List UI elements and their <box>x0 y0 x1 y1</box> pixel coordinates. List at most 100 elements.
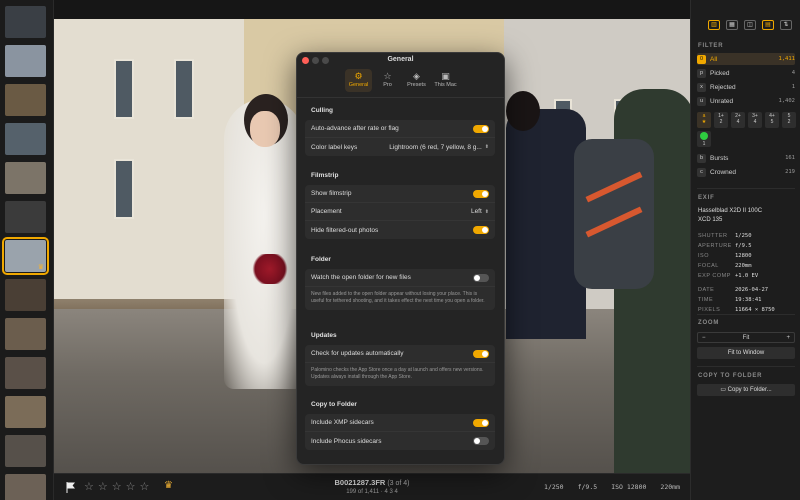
zoom-in-icon[interactable]: + <box>786 335 790 341</box>
dialog-title: General <box>387 56 414 63</box>
watch-folder-toggle[interactable] <box>473 273 489 282</box>
photo-groom-head <box>506 91 540 131</box>
sort-icon[interactable]: ⇅ <box>780 20 792 30</box>
auto-advance-toggle[interactable] <box>473 124 489 133</box>
rating-filter-button[interactable]: 3+ 4 <box>748 112 762 128</box>
exif-row: ISO 12800 <box>698 251 796 261</box>
check-updates-toggle[interactable] <box>473 349 489 358</box>
filmstrip[interactable]: ♛ <box>0 0 54 500</box>
rating-filter-count: 2 <box>787 119 791 125</box>
filmstrip-thumbnail[interactable]: ♛ <box>2 237 49 275</box>
phocus-sidecars-label: Include Phocus sidecars <box>311 437 382 445</box>
zoom-out-icon[interactable]: − <box>702 335 706 341</box>
filmstrip-toggle-icon[interactable]: ▥ <box>708 20 720 30</box>
show-filmstrip-label: Show filmstrip <box>311 190 352 197</box>
exif-row: SHUTTER 1/250 <box>698 231 796 241</box>
filmstrip-thumbnail[interactable] <box>5 435 46 467</box>
filter-key: u <box>697 96 706 106</box>
thumbnail-image <box>5 6 46 38</box>
filmstrip-thumbnail[interactable] <box>5 396 46 428</box>
filmstrip-thumbnail[interactable] <box>5 162 46 194</box>
rating-filter-button[interactable]: 1+ 2 <box>714 112 728 128</box>
filter-key: p <box>697 68 706 78</box>
file-name: B0021287.3FR <box>334 478 386 487</box>
exif-key: APERTURE <box>698 243 732 249</box>
filter-rejected[interactable]: x Rejected 1 <box>697 81 795 93</box>
exif-value: f/9.5 <box>735 243 752 249</box>
thumbnail-image <box>5 201 46 233</box>
filmstrip-thumbnail[interactable] <box>5 279 46 311</box>
tab-general[interactable]: ⚙ General <box>345 69 372 92</box>
rating-filter-button[interactable]: 2+ 4 <box>731 112 745 128</box>
placement-select[interactable]: Left ⬍ <box>471 208 489 215</box>
filter-section-title: FILTER <box>698 43 724 49</box>
tab-pro[interactable]: ☆ Pro <box>374 69 401 92</box>
exif-key: EXP COMP <box>698 273 731 279</box>
general-icon: ⚙ <box>354 71 363 81</box>
filmstrip-section-title: Filmstrip <box>311 172 339 179</box>
show-filmstrip-toggle[interactable] <box>473 189 489 198</box>
camera-model: Hasselblad X2D II 100C <box>698 208 763 214</box>
copy-to-folder-button[interactable]: ▭ Copy to Folder... <box>697 384 795 396</box>
rating-filter-count: 5 <box>770 119 774 125</box>
color-filter-green[interactable]: 1 <box>697 131 711 147</box>
lens-model: XCD 135 <box>698 217 723 223</box>
fit-to-window-button[interactable]: Fit to Window <box>697 347 795 359</box>
placement-row: Placement Left ⬍ <box>305 203 495 221</box>
exif-row: EXP COMP +1.0 EV <box>698 271 796 281</box>
color-filter: 1 <box>697 131 711 147</box>
folder-icon: ▭ <box>720 387 726 393</box>
compare-view-icon[interactable]: ◫ <box>744 20 756 30</box>
filter-picked[interactable]: p Picked 4 <box>697 67 795 79</box>
zoom-control[interactable]: − Fit + <box>697 332 795 343</box>
filter-bursts[interactable]: b Bursts 161 <box>697 152 795 164</box>
rating-filter-button[interactable]: 4+ 5 <box>765 112 779 128</box>
filmstrip-thumbnail[interactable] <box>5 123 46 155</box>
filter-all[interactable]: 0 All 1,411 <box>697 53 795 65</box>
filmstrip-thumbnail[interactable] <box>5 357 46 389</box>
rating-filter-count: 2 <box>719 119 723 125</box>
tab-presets[interactable]: ◈ Presets <box>403 69 430 92</box>
filmstrip-thumbnail[interactable] <box>5 45 46 77</box>
filter-crowned[interactable]: c Crowned 219 <box>697 166 795 178</box>
exif-row: APERTURE f/9.5 <box>698 241 796 251</box>
exif-key: ISO <box>698 253 709 259</box>
tab-this-mac[interactable]: ▣ This Mac <box>432 69 459 92</box>
phocus-sidecars-toggle[interactable] <box>473 437 489 445</box>
chevron-updown-icon: ⬍ <box>484 144 489 150</box>
filter-count: 1,402 <box>778 98 795 104</box>
xmp-sidecars-toggle[interactable] <box>473 418 489 427</box>
exif-key: DATE <box>698 287 715 293</box>
filmstrip-thumbnail[interactable] <box>5 6 46 38</box>
exif-row: DATE 2026-04-27 <box>698 285 796 295</box>
watch-folder-row: Watch the open folder for new files <box>305 269 495 287</box>
photo-backpack <box>574 139 654 289</box>
filmstrip-thumbnail[interactable] <box>5 84 46 116</box>
filmstrip-thumbnail[interactable] <box>5 318 46 350</box>
filmstrip-thumbnail[interactable] <box>5 474 46 500</box>
hide-filtered-toggle[interactable] <box>473 226 489 234</box>
exif-value: 220mm <box>735 263 752 269</box>
flag-counts: 4 3 4 <box>384 489 398 495</box>
filter-unrated[interactable]: u Unrated 1,402 <box>697 95 795 107</box>
rating-filter-button[interactable]: 52 <box>782 112 796 128</box>
copy-section-title: Copy to Folder <box>311 401 357 408</box>
rating-filter-button[interactable]: a ★ <box>697 112 711 128</box>
check-updates-note: Palomino checks the App Store once a day… <box>311 367 484 380</box>
thumbnail-image <box>5 162 46 194</box>
this-mac-icon: ▣ <box>441 71 450 81</box>
photo-building-left <box>54 19 244 299</box>
exif-key: TIME <box>698 297 714 303</box>
color-label-keys-select[interactable]: Lightroom (6 red, 7 yellow, 8 g... ⬍ <box>389 144 489 151</box>
filter-label: All <box>710 55 718 63</box>
inspector-toggle-icon[interactable]: ▤ <box>762 20 774 30</box>
settings-tabs: ⚙ General ☆ Pro ◈ Presets ▣ This Mac <box>345 69 459 92</box>
copy-to-folder-label: Copy to Folder... <box>727 387 772 393</box>
inspector-sidebar: ▥ ▦ ◫ ▤ ⇅ FILTER 0 All 1,411 p Picked 4 x Rejec… <box>690 0 800 500</box>
filter-count: 4 <box>791 70 795 76</box>
placement-value: Left <box>470 208 482 215</box>
grid-view-icon[interactable]: ▦ <box>726 20 738 30</box>
presets-icon: ◈ <box>413 71 420 81</box>
folder-card: Watch the open folder for new files New … <box>305 269 495 310</box>
filmstrip-thumbnail[interactable] <box>5 201 46 233</box>
